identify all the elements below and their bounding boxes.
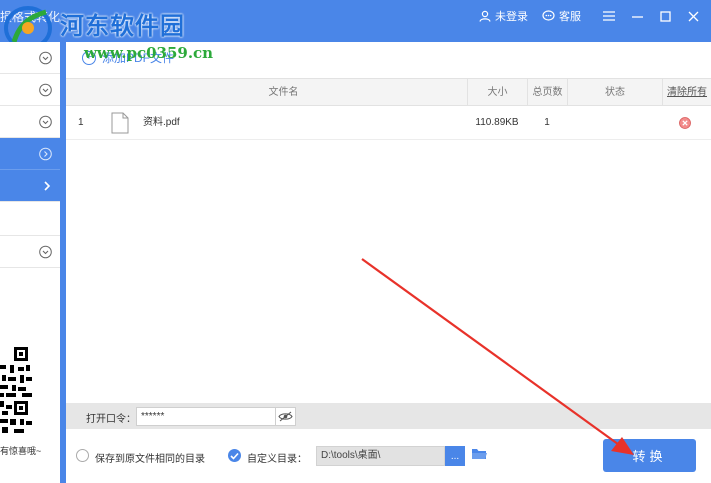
sidebar-subitem-active[interactable] (0, 170, 60, 202)
eye-icon (278, 411, 293, 422)
same-dir-label: 保存到原文件相同的目录 (95, 454, 205, 465)
login-label: 未登录 (495, 11, 528, 23)
chevron-right-icon (44, 180, 51, 191)
column-header-pages: 总页数 (527, 79, 567, 106)
chevron-right-circle-icon (39, 147, 52, 160)
sidebar: 有惊喜哦~ (0, 42, 60, 483)
logo-area: 损格式转化 河东软件园 (0, 0, 260, 50)
maximize-button[interactable] (651, 0, 679, 32)
custom-dir-label: 自定义目录： (247, 454, 307, 465)
table-row[interactable]: 1 资料.pdf 110.89KB 1 (66, 106, 711, 140)
service-label: 客服 (559, 11, 581, 23)
file-table-header: 文件名 大小 总页数 状态 清除所有 (66, 78, 711, 106)
row-size: 110.89KB (475, 117, 519, 128)
output-options: 保存到原文件相同的目录 自定义目录： D:\tools\桌面\ ... 转换 (66, 429, 711, 483)
watermark-text: 河东软件园 (60, 11, 185, 40)
sidebar-item-2[interactable] (0, 74, 60, 106)
user-icon (479, 10, 491, 22)
chevron-down-icon (39, 51, 52, 64)
checkmark-icon (230, 452, 239, 460)
maximize-icon (659, 10, 671, 22)
menu-button[interactable] (595, 0, 623, 32)
delete-row-icon[interactable] (679, 117, 691, 129)
sidebar-item-4[interactable] (0, 236, 60, 268)
browse-button[interactable]: ... (445, 446, 465, 466)
password-input[interactable]: ****** (136, 407, 276, 426)
row-index: 1 (78, 117, 84, 128)
column-header-size: 大小 (467, 79, 527, 106)
qr-caption: 有惊喜哦~ (0, 446, 42, 456)
sidebar-subitem-2[interactable] (0, 202, 60, 236)
convert-button[interactable]: 转换 (603, 439, 696, 472)
minimize-icon (631, 15, 643, 18)
column-header-name: 文件名 (268, 87, 299, 98)
output-path-field[interactable]: D:\tools\桌面\ (316, 446, 445, 466)
login-button[interactable]: 未登录 (479, 8, 528, 24)
row-filename: 资料.pdf (143, 117, 180, 128)
custom-dir-radio[interactable] (228, 449, 241, 462)
qr-code-icon (0, 347, 32, 435)
close-icon (688, 11, 698, 21)
minimize-button[interactable] (623, 0, 651, 32)
file-icon (111, 112, 129, 134)
clear-all-link[interactable]: 清除所有 (662, 79, 711, 106)
column-header-status: 状态 (567, 79, 662, 106)
row-pages: 1 (544, 117, 550, 128)
menu-icon (603, 11, 615, 21)
chevron-down-icon (39, 83, 52, 96)
open-folder-icon[interactable] (472, 448, 487, 460)
service-button[interactable]: 客服 (542, 8, 581, 24)
close-button[interactable] (679, 0, 707, 32)
sidebar-item-1[interactable] (0, 42, 60, 74)
sidebar-item-pdf-convert[interactable] (0, 138, 60, 170)
watermark-url: www.pc0359.cn (84, 44, 214, 62)
show-password-button[interactable] (276, 407, 296, 426)
password-label: 打开口令： (86, 414, 136, 425)
password-bar: 打开口令： ****** (66, 403, 711, 429)
sidebar-item-3[interactable] (0, 106, 60, 138)
chevron-down-icon (39, 115, 52, 128)
same-dir-radio[interactable] (76, 449, 89, 462)
title-bar: 损格式转化 河东软件园 未登录 客服 (0, 0, 711, 50)
chevron-down-icon (39, 245, 52, 258)
main-panel: + 添加PDF文件 文件名 大小 总页数 状态 清除所有 1 资料.pdf 11… (66, 42, 711, 483)
chat-icon (542, 10, 555, 21)
